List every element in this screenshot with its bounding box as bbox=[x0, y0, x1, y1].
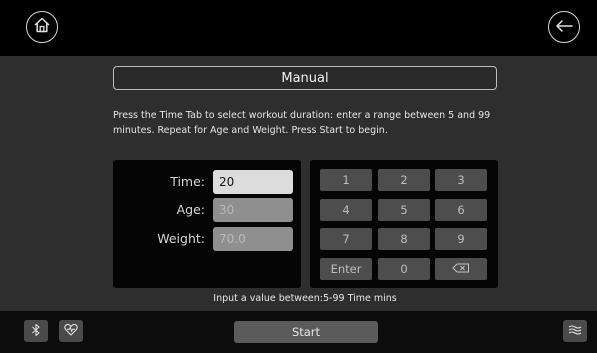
top-bar bbox=[0, 0, 597, 56]
keypad: 1 2 3 4 5 6 7 8 9 Enter 0 bbox=[310, 160, 498, 288]
time-label: Time: bbox=[170, 174, 205, 189]
key-3[interactable]: 3 bbox=[435, 169, 487, 191]
heart-rate-button[interactable] bbox=[59, 320, 83, 342]
start-button[interactable]: Start bbox=[234, 321, 378, 343]
instructions-text: Press the Time Tab to select workout dur… bbox=[113, 110, 491, 136]
field-row-weight: Weight: 70.0 bbox=[113, 227, 301, 251]
bluetooth-icon bbox=[30, 323, 42, 340]
home-icon bbox=[33, 16, 51, 38]
key-9[interactable]: 9 bbox=[435, 228, 487, 250]
heart-rate-icon bbox=[64, 323, 78, 339]
key-4[interactable]: 4 bbox=[320, 199, 372, 221]
bottom-bar: Start bbox=[0, 311, 597, 353]
fan-icon bbox=[568, 324, 582, 339]
back-arrow-icon bbox=[554, 18, 574, 37]
field-row-time: Time: 20 bbox=[113, 170, 301, 194]
key-1[interactable]: 1 bbox=[320, 169, 372, 191]
age-label: Age: bbox=[176, 202, 205, 217]
key-7[interactable]: 7 bbox=[320, 228, 372, 250]
page-title-text: Manual bbox=[281, 70, 329, 86]
home-button[interactable] bbox=[26, 11, 58, 43]
key-0[interactable]: 0 bbox=[378, 258, 430, 280]
key-backspace[interactable] bbox=[435, 258, 487, 280]
input-range-hint: Input a value between:5-99 Time mins bbox=[213, 293, 397, 304]
key-enter[interactable]: Enter bbox=[320, 258, 372, 280]
age-input[interactable]: 30 bbox=[213, 198, 293, 222]
backspace-icon bbox=[452, 262, 470, 276]
time-input[interactable]: 20 bbox=[213, 170, 293, 194]
page-title: Manual bbox=[113, 66, 497, 90]
key-6[interactable]: 6 bbox=[435, 199, 487, 221]
key-8[interactable]: 8 bbox=[378, 228, 430, 250]
weight-input[interactable]: 70.0 bbox=[213, 227, 293, 251]
field-row-age: Age: 30 bbox=[113, 198, 301, 222]
key-2[interactable]: 2 bbox=[378, 169, 430, 191]
input-panel: Time: 20 Age: 30 Weight: 70.0 bbox=[113, 160, 301, 288]
weight-label: Weight: bbox=[157, 231, 205, 246]
fan-button[interactable] bbox=[563, 320, 587, 342]
bluetooth-button[interactable] bbox=[24, 320, 48, 342]
back-button[interactable] bbox=[548, 11, 580, 43]
key-5[interactable]: 5 bbox=[378, 199, 430, 221]
